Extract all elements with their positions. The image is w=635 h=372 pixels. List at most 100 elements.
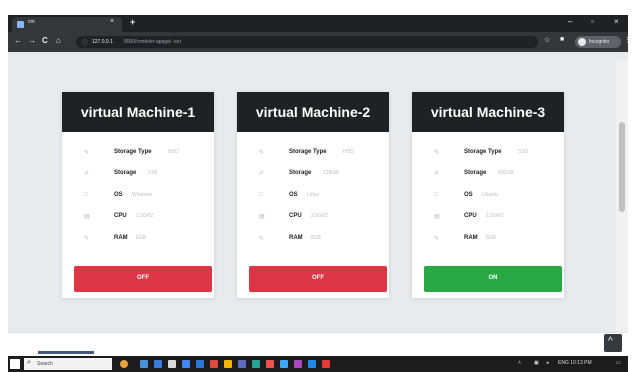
incognito-icon [578, 38, 586, 46]
maximize-button[interactable]: ▫ [591, 17, 594, 26]
store-icon[interactable] [196, 360, 204, 368]
profile-button[interactable]: Incognito [575, 36, 621, 48]
browser-toolbar: ← → C ⌂ ⓘ 127.0.0.1 8000/cmdeler-apage/ … [8, 32, 631, 52]
notification-icon[interactable]: ▭ [616, 360, 621, 366]
taskbar: ⌕ Search ˄ ▣ ◂ ENG 10:13 PM ▭ [8, 356, 628, 372]
tray-time[interactable]: ENG 10:13 PM [558, 360, 592, 366]
address-bar[interactable]: ⓘ 127.0.0.1 8000/cmdeler-apage/ -set [76, 36, 538, 48]
pen-icon: ✐ [434, 171, 440, 177]
extension-icon[interactable]: ■ [560, 36, 564, 43]
edge-icon[interactable] [154, 360, 162, 368]
favicon-icon [17, 21, 24, 28]
network-icon[interactable]: ▣ [534, 360, 539, 366]
vm-card-3: virtual Machine-3 ✎ Storage Type SSD ✐ S… [412, 92, 564, 298]
button-label: OFF [312, 275, 324, 281]
card-title: virtual Machine-2 [255, 104, 371, 120]
url-path: 8000/cmdeler-apage/ -set [124, 39, 181, 45]
back-button[interactable]: ← [14, 36, 22, 45]
spec-label: Storage Type [289, 149, 327, 155]
minimize-button[interactable]: – [568, 17, 572, 26]
app-icon[interactable] [266, 360, 274, 368]
spec-label: Storage [289, 170, 312, 176]
vm-1-toggle-button[interactable]: OFF [74, 266, 212, 292]
spec-row-storage-type: ✎ Storage Type HDD [259, 148, 383, 158]
wrench-icon: ✎ [259, 150, 265, 156]
wrench-icon: ✎ [434, 236, 440, 242]
square-icon: □ [259, 192, 263, 198]
profile-label: Incognito [589, 39, 610, 45]
forward-button[interactable]: → [28, 36, 36, 45]
spec-value: 8GB [136, 235, 147, 241]
app-icon[interactable] [224, 360, 232, 368]
spec-label: RAM [289, 235, 303, 241]
tab-close-icon[interactable]: × [110, 18, 114, 25]
spec-row-os: □ OS Windows [84, 191, 208, 201]
spec-row-cpu: ▤ CPU 2.2GHZ [84, 212, 208, 222]
tray-arrow-icon[interactable]: ˄ [518, 360, 521, 366]
reload-button[interactable]: C [42, 36, 48, 45]
screen: { "browser": { "tab_title": "cm", "tab_c… [0, 0, 635, 372]
menu-icon[interactable]: ⋮ [624, 36, 631, 44]
taskbar-search[interactable]: ⌕ Search [24, 358, 112, 370]
spec-label: CPU [114, 213, 127, 219]
spec-label: CPU [289, 213, 302, 219]
wrench-icon: ✎ [84, 236, 90, 242]
card-title: virtual Machine-3 [430, 104, 546, 120]
app-icon[interactable] [308, 360, 316, 368]
card-header: virtual Machine-3 [412, 92, 564, 132]
spec-label: CPU [464, 213, 477, 219]
cortana-icon[interactable] [120, 360, 128, 368]
spec-value: Linux [307, 192, 319, 198]
spec-value: 2.2GHZ [486, 213, 504, 219]
spec-value: 128GB [323, 170, 339, 176]
app-icon[interactable] [294, 360, 302, 368]
page-scrollbar[interactable] [616, 60, 628, 332]
spec-row-ram: ✎ RAM 8GB [84, 234, 208, 244]
app-icon[interactable] [280, 360, 288, 368]
spec-row-storage: ✐ Storage 2TB [84, 169, 208, 179]
spec-label: RAM [114, 235, 128, 241]
spec-row-storage: ✐ Storage 128GB [259, 169, 383, 179]
scroll-thumb[interactable] [619, 122, 625, 212]
button-label: OFF [137, 275, 149, 281]
wrench-icon: ✎ [434, 150, 440, 156]
pen-icon: ✐ [259, 171, 265, 177]
vm-3-toggle-button[interactable]: ON [424, 266, 562, 292]
search-placeholder: Search [37, 361, 53, 367]
app-icon[interactable] [238, 360, 246, 368]
spec-label: Storage [114, 170, 137, 176]
app-icon[interactable] [322, 360, 330, 368]
spec-row-cpu: ▤ CPU 2.2GHZ [259, 212, 383, 222]
wrench-icon: ✎ [84, 150, 90, 156]
new-tab-button[interactable]: + [130, 17, 135, 27]
volume-icon[interactable]: ◂ [546, 360, 549, 366]
scroll-to-top-button[interactable]: ^ [604, 334, 622, 352]
vm-2-toggle-button[interactable]: OFF [249, 266, 387, 292]
vm-card-2: virtual Machine-2 ✎ Storage Type HDD ✐ S… [237, 92, 389, 298]
windows-start-icon[interactable] [10, 359, 20, 369]
spec-label: RAM [464, 235, 478, 241]
home-button[interactable]: ⌂ [56, 36, 61, 45]
chevron-up-icon: ^ [608, 336, 613, 347]
browser-tab[interactable]: cm × [12, 17, 122, 32]
spec-row-os: □ OS Linux [259, 191, 383, 201]
app-icon[interactable] [252, 360, 260, 368]
wrench-icon: ✎ [259, 236, 265, 242]
spec-value: 500GB [498, 170, 514, 176]
spec-row-cpu: ▤ CPU 2.2GHZ [434, 212, 558, 222]
tab-title: cm [28, 19, 35, 25]
star-icon[interactable]: ☆ [544, 36, 550, 44]
spec-label: OS [289, 192, 298, 198]
window-close-button[interactable]: × [614, 17, 619, 26]
spec-value: Ubuntu [482, 192, 499, 198]
chrome-icon[interactable] [182, 360, 190, 368]
explorer-icon[interactable] [168, 360, 176, 368]
app-icon[interactable] [210, 360, 218, 368]
page-bottom-area [8, 332, 628, 356]
spec-row-ram: ✎ RAM 8GB [259, 234, 383, 244]
taskview-icon[interactable] [140, 360, 148, 368]
spec-value: 2TB [148, 170, 158, 176]
spec-label: Storage [464, 170, 487, 176]
spec-label: Storage Type [464, 149, 502, 155]
info-icon[interactable]: ⓘ [82, 38, 88, 47]
